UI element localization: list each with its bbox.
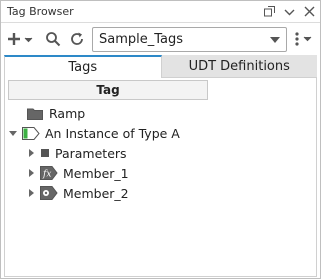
- float-icon[interactable]: [262, 4, 276, 18]
- parameter-icon: [40, 146, 50, 160]
- tree-row-ramp[interactable]: Ramp: [26, 103, 85, 123]
- tree-row-member-1[interactable]: fx Member_1: [26, 163, 129, 183]
- plus-icon: [8, 33, 33, 45]
- minimize-icon[interactable]: [282, 4, 296, 18]
- tag-provider-value: Sample_Tags: [99, 32, 184, 47]
- chevron-down-icon: [270, 37, 280, 43]
- collapsed-icon[interactable]: [26, 168, 36, 178]
- tab-udt-definitions[interactable]: UDT Definitions: [161, 55, 317, 78]
- tag-provider-select[interactable]: Sample_Tags: [92, 27, 287, 52]
- svg-text:fx: fx: [42, 170, 51, 180]
- tree-row-label: Ramp: [49, 105, 86, 121]
- tab-udt-definitions-label: UDT Definitions: [188, 58, 290, 74]
- refresh-icon: [71, 32, 83, 45]
- more-options-button[interactable]: [291, 29, 315, 49]
- refresh-button[interactable]: [68, 29, 86, 49]
- window-buttons: [262, 4, 316, 18]
- tab-tags-label: Tags: [68, 60, 98, 75]
- tab-bar: Tags UDT Definitions: [4, 55, 317, 78]
- toolbar: Sample_Tags: [1, 24, 320, 54]
- tree-row-member-2[interactable]: Member_2: [26, 183, 129, 203]
- collapsed-icon[interactable]: [26, 188, 36, 198]
- tag-column-header[interactable]: Tag: [8, 80, 208, 100]
- tree-row-label: Member_1: [63, 165, 129, 181]
- tab-tags[interactable]: Tags: [4, 55, 162, 78]
- opc-tag-icon: [40, 186, 58, 200]
- udt-instance-icon: [22, 126, 40, 140]
- title-bar: Tag Browser: [1, 1, 320, 23]
- tag-browser-panel: Tag Browser Sample_Tags Tags UDT Definit…: [0, 0, 321, 279]
- tag-tree: Tag Ramp An Instance of Type A Parameter…: [4, 78, 317, 277]
- expanded-icon[interactable]: [8, 128, 18, 138]
- tree-row-label: An Instance of Type A: [45, 125, 180, 141]
- tree-row-label: Parameters: [55, 145, 127, 161]
- search-icon: [46, 32, 61, 47]
- folder-icon: [26, 106, 44, 120]
- close-icon[interactable]: [302, 4, 316, 18]
- more-vertical-icon: [295, 32, 312, 46]
- tree-row-label: Member_2: [63, 185, 129, 201]
- add-tag-button[interactable]: [6, 29, 36, 49]
- tree-row-udt-instance[interactable]: An Instance of Type A: [8, 123, 180, 143]
- window-title: Tag Browser: [7, 5, 74, 18]
- search-button[interactable]: [44, 29, 62, 49]
- tree-row-parameters[interactable]: Parameters: [26, 143, 127, 163]
- collapsed-icon[interactable]: [26, 148, 36, 158]
- expression-tag-icon: fx: [40, 166, 58, 180]
- tag-column-header-label: Tag: [96, 83, 120, 97]
